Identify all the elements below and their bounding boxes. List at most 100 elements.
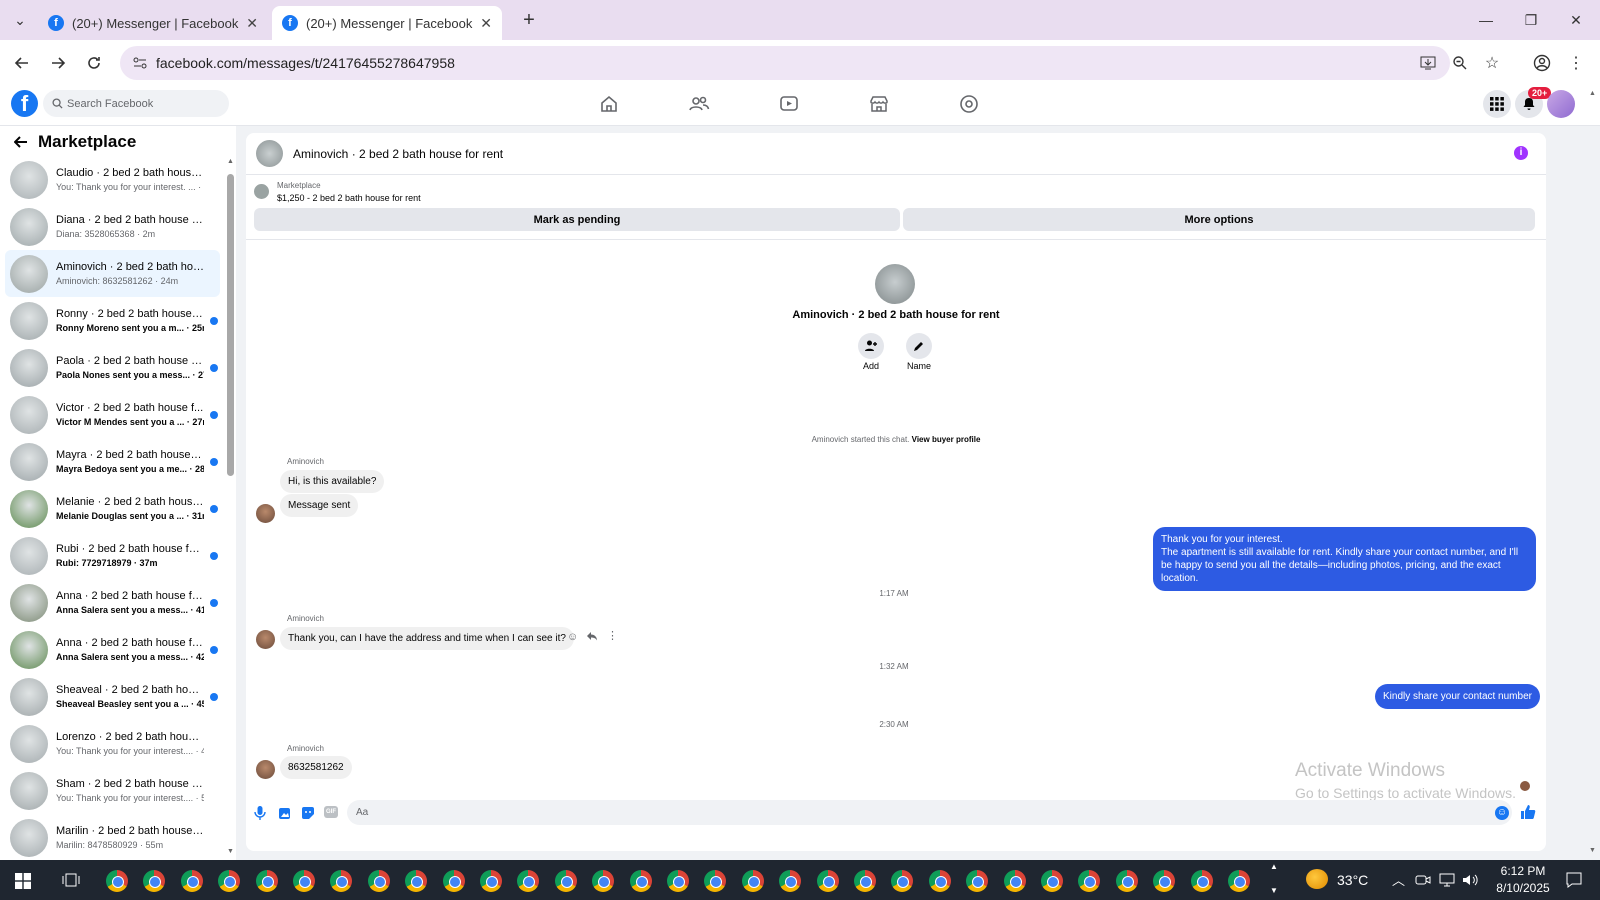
chrome-taskbar-icon[interactable] [1041,870,1063,892]
chrome-taskbar-icon[interactable] [330,870,353,892]
sender-avatar[interactable] [256,504,275,523]
chrome-taskbar-icon[interactable] [293,870,315,892]
back-arrow-icon[interactable] [14,135,28,149]
conversation-item[interactable]: Diana · 2 bed 2 bath house for ... Diana:… [5,203,220,250]
chrome-taskbar-icon[interactable] [405,870,428,892]
chrome-taskbar-icon[interactable] [517,870,540,892]
scroll-down-arrow-icon[interactable]: ▼ [227,848,234,855]
message-bubble-incoming[interactable]: Hi, is this available? [280,470,385,493]
add-people-button[interactable] [858,333,884,359]
conversation-item[interactable]: Aminovich · 2 bed 2 bath hous... Aminovic… [5,250,220,297]
sender-avatar[interactable] [256,630,275,649]
chrome-taskbar-icon[interactable] [1190,870,1213,892]
mark-as-pending-button[interactable]: Mark as pending [254,208,900,231]
site-info-icon[interactable] [132,55,148,71]
close-tab-icon[interactable]: ✕ [480,15,492,32]
home-icon[interactable] [597,92,621,116]
info-icon[interactable]: i [1514,146,1528,160]
chrome-taskbar-icon[interactable] [218,870,241,892]
sender-avatar[interactable] [256,760,275,779]
chrome-taskbar-icon[interactable] [966,870,989,892]
conversation-item[interactable]: Marilin · 2 bed 2 bath house fo... Marili… [5,814,220,860]
reload-icon[interactable] [82,51,106,75]
chrome-taskbar-icon[interactable] [891,870,914,892]
chrome-taskbar-icon[interactable] [442,870,465,892]
page-scroll-up-icon[interactable]: ▲ [1589,90,1596,97]
friends-icon[interactable] [687,92,711,116]
listing-thumbnail[interactable] [254,184,269,199]
reply-icon[interactable] [586,630,598,642]
conversation-item[interactable]: Victor · 2 bed 2 bath house f... Victor M… [5,391,220,438]
browser-tab-2[interactable]: f (20+) Messenger | Facebook ✕ [272,6,502,40]
chrome-taskbar-icon[interactable] [554,870,577,892]
chat-title[interactable]: Aminovich · 2 bed 2 bath house for rent [293,147,503,161]
chrome-taskbar-icon[interactable] [1003,870,1026,892]
conversation-item[interactable]: Claudio · 2 bed 2 bath house fo... You: T… [5,156,220,203]
conversation-item[interactable]: Anna · 2 bed 2 bath house fo... Anna Sale… [5,579,220,626]
listing-price-title[interactable]: $1,250 - 2 bed 2 bath house for rent [277,193,421,203]
profile-avatar[interactable] [875,264,915,304]
chrome-taskbar-icon[interactable] [854,870,876,892]
clock-date[interactable]: 8/10/2025 [1488,881,1558,895]
scroll-up-arrow-icon[interactable]: ▲ [227,158,234,165]
close-tab-icon[interactable]: ✕ [246,15,258,32]
chrome-taskbar-icon[interactable] [816,870,839,892]
conversation-item[interactable]: Ronny · 2 bed 2 bath house f... Ronny Mor… [5,297,220,344]
chrome-taskbar-icon[interactable] [1228,870,1250,892]
windows-start-icon[interactable] [15,873,31,889]
search-input[interactable]: Search Facebook [43,90,229,117]
view-buyer-profile-link[interactable]: View buyer profile [912,435,981,444]
chat-avatar[interactable] [256,140,283,167]
microphone-icon[interactable] [254,806,266,820]
emoji-icon[interactable]: ☺ [1495,806,1509,820]
browser-menu-icon[interactable]: ⋮ [1564,51,1588,75]
chrome-taskbar-icon[interactable] [667,870,689,892]
message-bubble-incoming[interactable]: Message sent [280,494,359,517]
sidebar-scrollbar[interactable] [227,174,234,476]
chrome-taskbar-icon[interactable] [143,870,166,892]
page-scroll-down-icon[interactable]: ▼ [1589,847,1596,854]
message-bubble-outgoing[interactable]: Thank you for your interest. The apartme… [1153,527,1536,591]
chrome-taskbar-icon[interactable] [255,870,278,892]
marketplace-icon[interactable] [867,92,891,116]
thumbs-up-icon[interactable] [1520,804,1536,820]
edit-name-button[interactable] [906,333,932,359]
window-close-icon[interactable]: ✕ [1564,8,1588,32]
conversation-item[interactable]: Sham · 2 bed 2 bath house for ... You: Th… [5,767,220,814]
gif-icon[interactable]: GIF [324,806,338,818]
facebook-logo[interactable]: f [11,90,38,117]
chrome-taskbar-icon[interactable] [592,870,615,892]
browser-tab-1[interactable]: f (20+) Messenger | Facebook ✕ [38,6,268,40]
react-emoji-icon[interactable]: ☺ [567,631,578,643]
task-view-icon[interactable] [62,872,80,888]
chrome-taskbar-icon[interactable] [1115,870,1138,892]
address-bar[interactable]: facebook.com/messages/t/2417645527864795… [120,46,1450,80]
conversation-item[interactable]: Mayra · 2 bed 2 bath house f... Mayra Bed… [5,438,220,485]
menu-grid-icon[interactable] [1483,90,1511,118]
chrome-taskbar-icon[interactable] [779,870,802,892]
conversation-item[interactable]: Paola · 2 bed 2 bath house fo... Paola No… [5,344,220,391]
chrome-taskbar-icon[interactable] [180,870,203,892]
weather-icon[interactable] [1306,869,1328,889]
chrome-taskbar-icon[interactable] [367,870,390,892]
message-bubble-outgoing[interactable]: Kindly share your contact number [1375,684,1540,709]
zoom-icon[interactable] [1448,51,1472,75]
chrome-taskbar-icon[interactable] [480,870,502,892]
notification-center-icon[interactable] [1565,871,1583,889]
photo-icon[interactable] [277,806,291,820]
profile-icon[interactable] [1530,51,1554,75]
chrome-taskbar-icon[interactable] [928,870,951,892]
chrome-taskbar-icon[interactable] [629,870,652,892]
new-tab-plus-icon[interactable]: + [517,8,541,32]
conversation-item[interactable]: Melanie · 2 bed 2 bath house ... Melanie … [5,485,220,532]
chrome-taskbar-icon[interactable] [1153,870,1176,892]
video-icon[interactable] [777,92,801,116]
taskbar-scroll-up-icon[interactable]: ▲ [1270,862,1278,871]
chrome-taskbar-icon[interactable] [741,870,764,892]
conversation-item[interactable]: Lorenzo · 2 bed 2 bath house f... You: Th… [5,720,220,767]
message-bubble-incoming[interactable]: 8632581262 [280,756,352,779]
clock-time[interactable]: 6:12 PM [1488,864,1558,878]
chrome-taskbar-icon[interactable] [106,870,128,892]
message-input[interactable]: Aa [347,800,1512,825]
conversation-item[interactable]: Anna · 2 bed 2 bath house fo... Anna Sale… [5,626,220,673]
